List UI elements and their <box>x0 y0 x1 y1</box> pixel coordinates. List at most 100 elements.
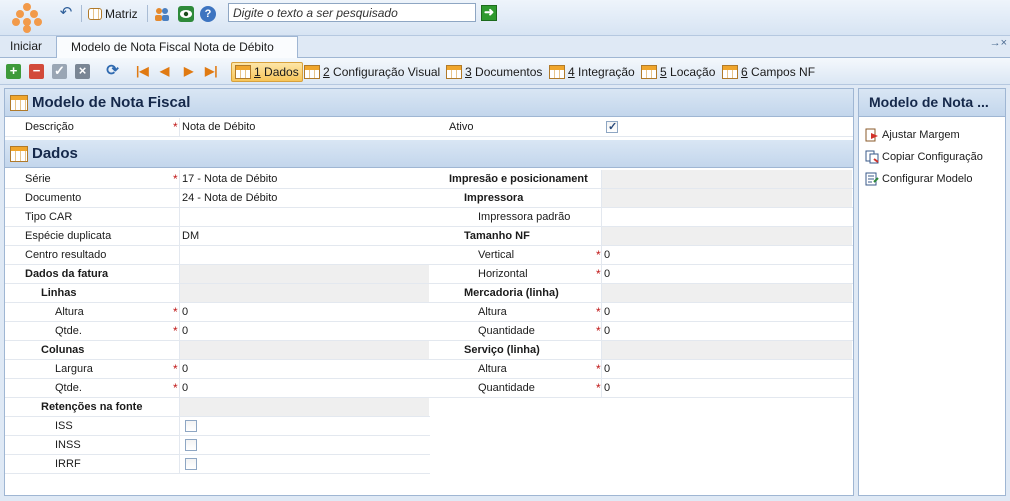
group-filler <box>179 341 429 359</box>
descricao-row: Descrição * Nota de Débito Ativo <box>5 118 853 137</box>
adjust-margin-icon <box>865 128 879 142</box>
matriz-button[interactable]: Matriz <box>88 5 138 23</box>
add-button[interactable]: + <box>6 64 21 79</box>
refresh-button[interactable]: ⟳ <box>105 63 120 79</box>
documento-row: Documento 24 - Nota de Débito <box>5 189 430 208</box>
pin-icon[interactable]: →× <box>990 37 1007 49</box>
tipo-car-row: Tipo CAR <box>5 208 430 227</box>
section-header-dados: Dados <box>5 140 853 168</box>
linhas-altura-row: Altura * 0 <box>5 303 430 322</box>
documento-field[interactable]: 24 - Nota de Débito <box>179 189 429 207</box>
tamanho-nf-group: Tamanho NF <box>430 227 853 246</box>
section-header-modelo: Modelo de Nota Fiscal <box>5 89 853 117</box>
remove-button[interactable]: − <box>29 64 44 79</box>
mercadoria-quantidade-row: Quantidade * 0 <box>430 322 853 341</box>
ativo-checkbox[interactable] <box>606 118 618 136</box>
main-form-panel: Modelo de Nota Fiscal Descrição * Nota d… <box>4 88 854 496</box>
cancel-button[interactable]: × <box>75 64 90 79</box>
copy-config-icon <box>865 150 879 164</box>
serie-field[interactable]: 17 - Nota de Débito <box>179 170 429 188</box>
tab-integracao[interactable]: 4 Integração <box>546 62 638 82</box>
undo-icon: ↶ <box>59 4 73 21</box>
descricao-field[interactable]: Nota de Débito <box>179 118 429 136</box>
centro-resultado-field[interactable] <box>179 246 429 264</box>
tab-dados[interactable]: 1 Dados <box>231 62 303 82</box>
required-marker: * <box>173 305 178 319</box>
linhas-altura-field[interactable]: 0 <box>179 303 429 321</box>
required-marker: * <box>596 248 601 262</box>
required-marker: * <box>596 267 601 281</box>
impressora-group: Impressora <box>430 189 853 208</box>
group-filler <box>601 227 852 245</box>
linhas-qtde-row: Qtde. * 0 <box>5 322 430 341</box>
servico-quantidade-row: Quantidade * 0 <box>430 379 853 398</box>
help-button[interactable]: ? <box>200 5 216 23</box>
app-logo[interactable] <box>12 3 42 33</box>
group-filler <box>179 265 429 283</box>
first-record-icon[interactable]: |◀ <box>136 64 149 78</box>
colunas-largura-field[interactable]: 0 <box>179 360 429 378</box>
ajustar-margem-link[interactable]: Ajustar Margem <box>865 126 960 144</box>
horizontal-field[interactable]: 0 <box>601 265 852 283</box>
descricao-label: Descrição <box>25 121 74 133</box>
search-go-button[interactable]: ➜ <box>481 5 497 21</box>
toolbar-divider <box>147 5 148 22</box>
required-marker: * <box>173 381 178 395</box>
required-marker: * <box>596 362 601 376</box>
colunas-qtde-row: Qtde. * 0 <box>5 379 430 398</box>
required-marker: * <box>173 120 178 134</box>
prev-record-icon[interactable]: ◀ <box>160 64 169 78</box>
required-marker: * <box>173 324 178 338</box>
group-filler <box>601 189 852 207</box>
inss-checkbox[interactable] <box>185 439 197 451</box>
table-icon <box>10 145 28 162</box>
group-filler <box>601 170 852 188</box>
colunas-largura-row: Largura * 0 <box>5 360 430 379</box>
search-input[interactable]: Digite o texto a ser pesquisado <box>228 3 476 22</box>
table-icon <box>235 65 251 79</box>
vertical-field[interactable]: 0 <box>601 246 852 264</box>
eye-icon <box>178 6 194 22</box>
undo-button[interactable]: ↶ <box>58 5 74 23</box>
copiar-configuracao-link[interactable]: Copiar Configuração <box>865 148 983 166</box>
linhas-group: Linhas <box>5 284 430 303</box>
mercadoria-altura-field[interactable]: 0 <box>601 303 852 321</box>
next-record-icon[interactable]: ▶ <box>184 64 193 78</box>
irrf-checkbox[interactable] <box>185 458 197 470</box>
impressora-padrao-field[interactable] <box>601 208 852 226</box>
required-marker: * <box>596 305 601 319</box>
tipo-car-field[interactable] <box>179 208 429 226</box>
colunas-qtde-field[interactable]: 0 <box>179 379 429 397</box>
table-icon <box>549 65 565 79</box>
confirm-button[interactable]: ✓ <box>52 64 67 79</box>
tab-documentos[interactable]: 3 Documentos <box>443 62 545 82</box>
required-marker: * <box>173 362 178 376</box>
retencoes-group: Retenções na fonte <box>5 398 430 417</box>
last-record-icon[interactable]: ▶| <box>205 64 218 78</box>
linhas-qtde-field[interactable]: 0 <box>179 322 429 340</box>
centro-resultado-row: Centro resultado <box>5 246 430 265</box>
servico-group: Serviço (linha) <box>430 341 853 360</box>
impressao-group: Impresão e posicionament <box>430 170 853 189</box>
especie-duplicata-field[interactable]: DM <box>179 227 429 245</box>
group-filler <box>179 284 429 302</box>
tab-locacao[interactable]: 5 Locação <box>638 62 718 82</box>
vertical-row: Vertical * 0 <box>430 246 853 265</box>
iss-checkbox[interactable] <box>185 420 197 432</box>
help-icon: ? <box>200 6 216 22</box>
users-button[interactable] <box>154 5 170 23</box>
table-icon <box>88 8 102 20</box>
table-icon <box>446 65 462 79</box>
configurar-modelo-link[interactable]: Configurar Modelo <box>865 170 973 188</box>
tab-modelo-nota-fiscal[interactable]: Modelo de Nota Fiscal Nota de Débito <box>56 36 298 59</box>
tab-iniciar[interactable]: Iniciar <box>4 36 48 58</box>
tab-campos-nf[interactable]: 6 Campos NF <box>719 62 818 82</box>
mercadoria-quantidade-field[interactable]: 0 <box>601 322 852 340</box>
tab-configuracao-visual[interactable]: 2 Configuração Visual <box>301 62 443 82</box>
view-button[interactable] <box>178 5 194 23</box>
mercadoria-group: Mercadoria (linha) <box>430 284 853 303</box>
servico-quantidade-field[interactable]: 0 <box>601 379 852 397</box>
mercadoria-altura-row: Altura * 0 <box>430 303 853 322</box>
servico-altura-field[interactable]: 0 <box>601 360 852 378</box>
toolbar-divider <box>81 5 82 22</box>
